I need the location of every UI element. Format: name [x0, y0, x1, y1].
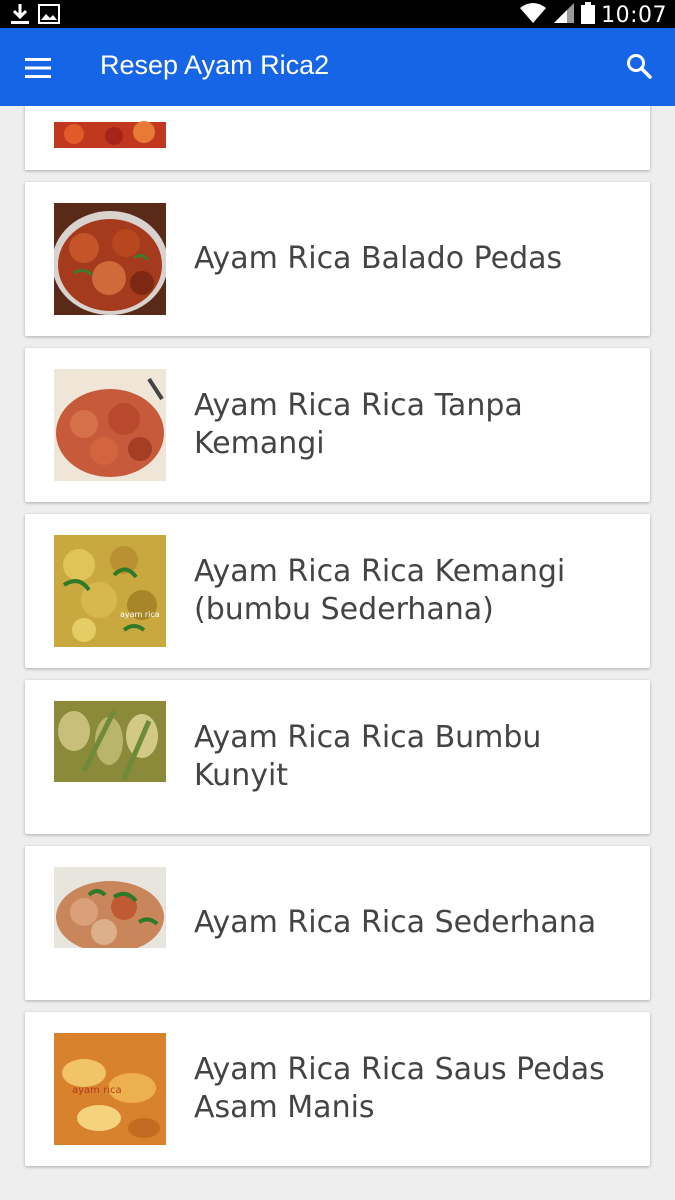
recipe-thumbnail [54, 203, 166, 315]
recipe-title: Ayam Rica Rica Sederhana [194, 905, 597, 940]
clock: 10:07 [601, 3, 667, 28]
status-bar: 10:07 [0, 0, 675, 28]
status-right-icons: 10:07 [519, 2, 667, 29]
list-item[interactable]: ayam rica Ayam Rica Rica Saus Pedas Asam… [25, 1012, 650, 1166]
recipe-thumbnail [54, 369, 166, 481]
list-item-partial[interactable] [25, 106, 650, 170]
recipe-thumbnail: ayam rica [54, 535, 166, 647]
signal-icon [553, 2, 575, 29]
recipe-title: Ayam Rica Rica Saus Pedas Asam Manis [194, 1052, 605, 1125]
list-item[interactable]: ayam rica Ayam Rica Rica Kemangi (bumbu … [25, 514, 650, 668]
svg-text:ayam rica: ayam rica [120, 610, 160, 619]
search-icon[interactable] [619, 46, 659, 86]
recipe-title: Ayam Rica Rica Bumbu Kunyit [194, 720, 542, 793]
image-icon [38, 4, 60, 29]
recipe-thumbnail [54, 701, 166, 782]
recipe-title: Ayam Rica Rica Kemangi (bumbu Sederhana) [194, 554, 566, 627]
recipe-thumbnail [54, 867, 166, 948]
download-icon [10, 3, 30, 30]
recipe-title: Ayam Rica Rica Tanpa Kemangi [194, 388, 523, 461]
recipe-list[interactable]: Ayam Rica Balado Pedas Ayam Rica Rica Ta… [0, 106, 675, 1200]
menu-icon[interactable] [18, 48, 58, 88]
recipe-thumbnail [54, 106, 166, 148]
recipe-title: Ayam Rica Balado Pedas [194, 241, 563, 276]
page-title: Resep Ayam Rica2 [100, 50, 330, 80]
wifi-icon [519, 2, 547, 29]
list-item[interactable]: Ayam Rica Rica Tanpa Kemangi [25, 348, 650, 502]
recipe-thumbnail: ayam rica [54, 1033, 166, 1145]
battery-icon [581, 2, 596, 29]
app-bar: Resep Ayam Rica2 [0, 28, 675, 106]
status-left-icons [10, 3, 60, 30]
svg-text:ayam rica: ayam rica [72, 1085, 122, 1096]
list-item[interactable]: Ayam Rica Rica Sederhana [25, 846, 650, 1000]
list-item[interactable]: Ayam Rica Balado Pedas [25, 182, 650, 336]
list-item[interactable]: Ayam Rica Rica Bumbu Kunyit [25, 680, 650, 834]
